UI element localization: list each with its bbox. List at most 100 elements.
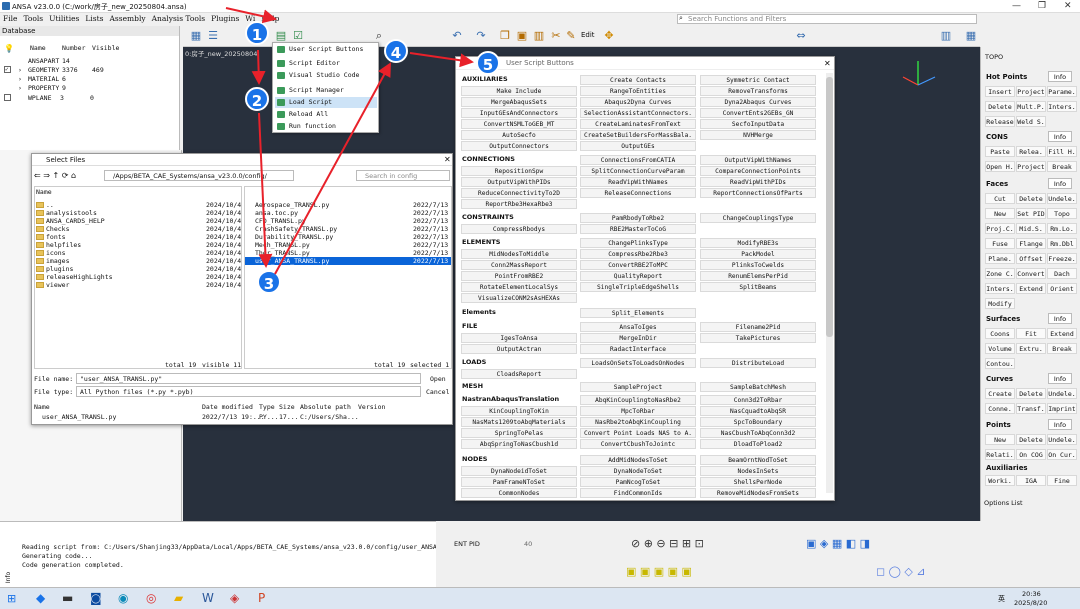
folder-row[interactable]: images 2024/10/4 [36,257,241,265]
file-type-select[interactable]: All Python files (*.py *.pyb) [76,386,421,397]
rb-button-coons[interactable]: Coons [985,328,1015,339]
db-row-name[interactable]: ANSAPART [28,57,59,65]
view-tools-icon[interactable]: ⊘ ⊕ ⊖ ⊟ ⊞ ⊡ [631,537,704,550]
rb-button-extend[interactable]: Extend [1016,283,1046,294]
minimize-icon[interactable]: — [1012,1,1021,11]
vscode-icon[interactable]: ◆ [36,591,45,605]
script-button[interactable]: NVHMerge [700,130,816,140]
expand-icon[interactable]: › [18,66,22,74]
script-button[interactable]: DynaNodeToSet [580,466,696,476]
rb-button-undele[interactable]: Undele. [1047,193,1077,204]
rb-button-delete[interactable]: Delete [1016,434,1046,445]
script-button[interactable]: InputGEsAndConnectors [461,108,577,118]
list-icon[interactable]: ☰ [205,28,221,43]
rb-button-topo[interactable]: Topo [1047,208,1077,219]
rb-button-mids[interactable]: Mid.S. [1016,223,1046,234]
rb-button-extend[interactable]: Extend [1047,328,1077,339]
file-row[interactable]: Ther_TRANSL.py 2022/7/13 [245,249,451,257]
rb-button-delete[interactable]: Delete [1016,388,1046,399]
script-button[interactable]: OutputGEs [580,141,696,151]
folder-row[interactable]: .. 2024/10/4 [36,201,241,209]
rb-button-insert[interactable]: Insert [985,86,1015,97]
script-button[interactable]: MidNodesToMiddle [461,249,577,259]
file-row[interactable]: Mech_TRANSL.py 2022/7/13 [245,241,451,249]
file-row[interactable]: CrashSafety_TRANSL.py 2022/7/13 [245,225,451,233]
rb-button-orient[interactable]: Orient [1047,283,1077,294]
angle-value[interactable]: 40 [524,540,532,548]
script-button[interactable]: RadactInterface [580,344,696,354]
script-button[interactable]: AutoSecfo [461,130,577,140]
rb-button-offset[interactable]: Offset [1016,253,1046,264]
folder-row[interactable]: viewer 2024/10/4 [36,281,241,289]
rb-button-conne[interactable]: Conne. [985,403,1015,414]
script-button[interactable]: SelectionAssistantConnectors. [580,108,696,118]
render-tools-icon[interactable]: ▣ ◈ ▦ ◧ ◨ [806,537,870,550]
menu-item-load-script[interactable]: Load Script [275,97,377,108]
script-button[interactable]: VisualizeCONM2sAsHEXAs [461,293,577,303]
explorer-icon[interactable]: ▰ [174,591,183,605]
menu-plugins[interactable]: Plugins [208,13,242,23]
script-button[interactable]: ReportConnectionsOfParts [700,188,816,198]
script-button[interactable]: DistributeLoad [700,358,816,368]
rb-button-multp[interactable]: Mult.P. [1016,101,1046,112]
script-button[interactable]: LoadsOnSetsToLoadsOnNodes [580,358,696,368]
script-button[interactable]: RotateElementLocalSys [461,282,577,292]
script-button[interactable]: DynaNodeidToSet [461,466,577,476]
file-row[interactable]: CFD_TRANSL.py 2022/7/13 [245,217,451,225]
script-button[interactable]: ChangeCouplingsType [700,213,816,223]
script-button[interactable]: MergeAbaqusSets [461,97,577,107]
rb-button-freeze[interactable]: Freeze. [1047,253,1077,264]
file-row[interactable]: Durability_TRANSL.py 2022/7/13 [245,233,451,241]
rb-button-flange[interactable]: Flange [1016,238,1046,249]
script-button[interactable]: ChangePlinksType [580,238,696,248]
script-button[interactable]: MpcToRbar [580,406,696,416]
db-row-name[interactable]: WPLANE [28,94,51,102]
script-button[interactable]: PamFrameNToSet [461,477,577,487]
script-button[interactable]: CompareConnectionPoints [700,166,816,176]
expand-icon[interactable]: › [18,84,22,92]
rb-button-undele[interactable]: Undele. [1047,434,1077,445]
script-button[interactable]: SplitBeams [700,282,816,292]
script-button[interactable]: RemoveMidNodesFromSets [700,488,816,498]
search-tool-icon[interactable]: ⌕ [371,28,387,43]
rb-button-create[interactable]: Create [985,388,1015,399]
rb-button-fine[interactable]: Fine [1047,475,1077,486]
script-button[interactable]: BeamOrntNodToSet [700,455,816,465]
rb-button-cut[interactable]: Cut [985,193,1015,204]
script-button[interactable]: ReduceConnectivityTo2D [461,188,577,198]
ansa-icon[interactable]: ◙ [90,591,102,605]
file-row[interactable]: user_ANSA_TRANSL.py 2022/7/13 [245,257,451,265]
word-icon[interactable]: W [202,591,214,605]
rb-button-zonec[interactable]: Zone C. [985,268,1015,279]
script-button[interactable]: RenumElemsPerPid [700,271,816,281]
script-button[interactable]: CompressRbodys [461,224,577,234]
rb-button-setpid[interactable]: Set PID [1016,208,1046,219]
rb-button-openh[interactable]: Open H. [985,161,1015,172]
file-row[interactable]: ansa.toc.py 2022/7/13 [245,209,451,217]
script-button[interactable]: AddMidNodesToSet [580,455,696,465]
rb-button-convert[interactable]: Convert [1016,268,1046,279]
script-button[interactable]: ShellsPerNode [700,477,816,487]
script-button[interactable]: ReadVipWithPIDs [700,177,816,187]
script-button[interactable]: QualityReport [580,271,696,281]
script-button[interactable]: AnsaToIges [580,322,696,332]
rb-button-undele[interactable]: Undele. [1047,388,1077,399]
rb-button-oncur[interactable]: On Cur. [1047,449,1077,460]
rb-button-worki[interactable]: Worki. [985,475,1015,486]
menu-utilities[interactable]: Utilities [46,13,82,23]
paste-icon[interactable]: ▣ [514,28,530,43]
script-button[interactable]: IgesToAnsa [461,333,577,343]
nav-buttons-icon[interactable]: ⇐ ⇒ ↑ ⟳ ⌂ [34,171,76,180]
rb-button-fit[interactable]: Fit [1016,328,1046,339]
rb-button-new[interactable]: New [985,434,1015,445]
layout-icon[interactable]: ▥ [938,28,954,43]
script-button[interactable]: Split_Elements [580,308,696,318]
script-button[interactable]: CompressRbe2Rbe3 [580,249,696,259]
edit-label[interactable]: Edit [581,31,595,39]
cut-icon[interactable]: ✂ [548,28,564,43]
db-row-name[interactable]: PROPERTY [28,84,59,92]
deck-icon[interactable]: ▦ [188,28,204,43]
rb-button-inters[interactable]: Inters. [1047,101,1077,112]
script-button[interactable]: ConvertCbushToJointc [580,439,696,449]
script-button[interactable]: TakePictures [700,333,816,343]
